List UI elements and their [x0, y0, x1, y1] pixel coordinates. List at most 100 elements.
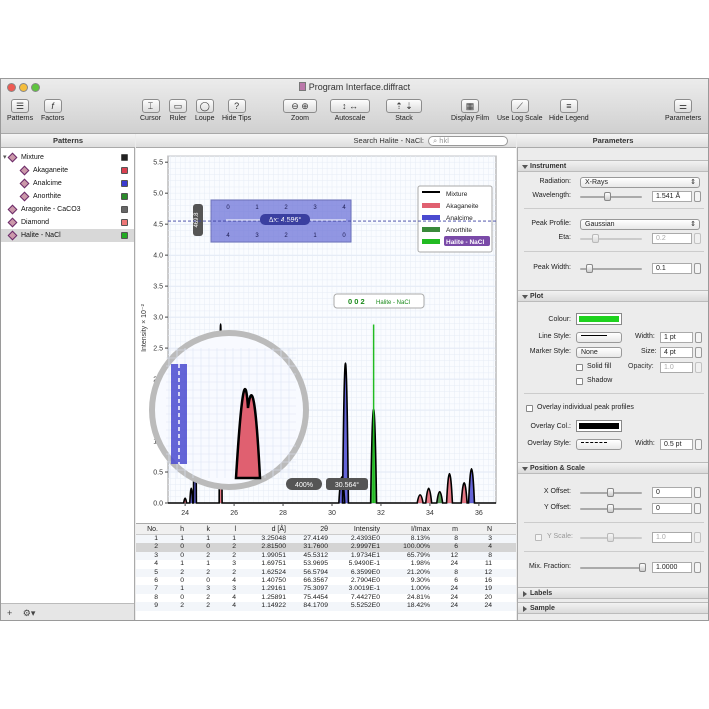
disclosure-triangle-icon[interactable]: ▾ [3, 151, 7, 164]
instrument-section-header[interactable]: Instrument [518, 160, 708, 172]
overlay-width-field[interactable]: 0.5 pt [660, 439, 693, 450]
eta-field[interactable]: 0.2 [652, 233, 692, 244]
y-scale-slider[interactable] [580, 533, 642, 542]
toolbar-hide-legend-button[interactable]: ≡ Hide Legend [549, 99, 589, 122]
table-row[interactable]: 2 0 0 2 2.81500 31.7600 2.9997E1 100.00% 6 4 [136, 543, 516, 552]
pattern-item[interactable]: Analcime [1, 177, 134, 190]
y-scale-checkbox[interactable] [535, 534, 542, 541]
table-row[interactable]: 9 2 2 4 1.14922 84.1709 5.5252E0 18.42% 24 24 [136, 602, 516, 611]
overlay-style-select[interactable] [576, 439, 622, 450]
shadow-checkbox[interactable] [576, 378, 583, 385]
y-scale-stepper[interactable] [694, 532, 701, 543]
toolbar-display-film-button[interactable]: ▦ Display Film [451, 99, 489, 122]
peak-width-stepper[interactable] [694, 263, 701, 274]
overlay-checkbox[interactable] [526, 405, 533, 412]
width-field[interactable]: 1 pt [660, 332, 693, 343]
x-offset-slider[interactable] [580, 488, 642, 497]
reflection-table[interactable]: No. h k l d [Å] 2θ Intensity I/Imax m N 1 1 1 1 3.250… [136, 523, 516, 620]
y-offset-field[interactable]: 0 [652, 503, 692, 514]
toolbar-ruler-button[interactable]: ▭ Ruler [169, 99, 187, 122]
add-pattern-button[interactable]: + [7, 608, 12, 618]
marker-style-select[interactable]: None [576, 347, 622, 358]
y-offset-stepper[interactable] [694, 503, 701, 514]
column-header[interactable]: m [434, 524, 462, 534]
pattern-item[interactable]: Anorthite [1, 190, 134, 203]
size-stepper[interactable] [695, 347, 702, 358]
toolbar-hide-tips-button[interactable]: ? Hide Tips [222, 99, 251, 122]
pattern-item[interactable]: ▾ Mixture [1, 151, 134, 164]
table-row[interactable]: 4 1 1 3 1.69751 53.9695 5.9490E-1 1.98% 24 11 [136, 560, 516, 568]
pattern-color-checkbox[interactable] [121, 154, 128, 161]
pattern-color-checkbox[interactable] [121, 193, 128, 200]
overlay-colour-well[interactable] [576, 420, 622, 432]
toolbar-zoom-button[interactable]: ⊖ ⊕ Zoom [283, 99, 317, 122]
column-header[interactable]: l [214, 524, 240, 534]
line-style-select[interactable] [576, 332, 622, 343]
pattern-color-checkbox[interactable] [121, 167, 128, 174]
pattern-color-checkbox[interactable] [121, 219, 128, 226]
toolbar-loupe-button[interactable]: ◯ Loupe [195, 99, 214, 122]
labels-section-header[interactable]: Labels [518, 587, 708, 599]
x-offset-stepper[interactable] [694, 487, 701, 498]
table-row[interactable]: 7 1 3 3 1.29161 75.3097 3.0019E-1 1.00% 24 19 [136, 585, 516, 594]
peak-width-slider[interactable] [580, 264, 642, 273]
radiation-select[interactable]: X-Rays ⇕ [580, 177, 700, 188]
gear-menu-icon[interactable]: ⚙▾ [23, 608, 36, 618]
size-field[interactable]: 4 pt [660, 347, 693, 358]
toolbar-autoscale-button[interactable]: ↕ ↔ Autoscale [330, 99, 370, 122]
position-section-header[interactable]: Position & Scale [518, 462, 708, 474]
pattern-color-checkbox[interactable] [121, 180, 128, 187]
pattern-item[interactable]: Aragonite - CaCO3 [1, 203, 134, 216]
plot-section-header[interactable]: Plot [518, 290, 708, 302]
table-row[interactable]: 3 0 2 2 1.99051 45.5312 1.9734E1 65.79% 12 8 [136, 551, 516, 561]
pattern-item[interactable]: Halite - NaCl [1, 229, 134, 242]
column-header[interactable]: No. [136, 524, 162, 534]
pattern-item[interactable]: Akaganeite [1, 164, 134, 177]
column-header[interactable]: d [Å] [240, 524, 290, 534]
mix-fraction-stepper[interactable] [694, 562, 701, 573]
toolbar-cursor-button[interactable]: ⌶ Cursor [140, 99, 161, 122]
table-row[interactable]: 8 0 2 4 1.25891 75.4454 7.4427E0 24.81% 24 20 [136, 594, 516, 602]
overlay-width-stepper[interactable] [695, 439, 702, 450]
eta-stepper[interactable] [694, 233, 701, 244]
wavelength-field[interactable]: 1.541 Å [652, 191, 692, 202]
diffraction-chart[interactable]: 0.00.51.01.52.02.53.03.54.04.55.05.52426… [136, 148, 516, 523]
toolbar-stack-button[interactable]: ⇡ ⇣ Stack [386, 99, 422, 122]
table-row[interactable]: 6 0 0 4 1.40750 66.3567 2.7904E0 9.30% 6 16 [136, 577, 516, 585]
ruler-side-value: 469.8 [194, 212, 200, 228]
toolbar-parameters-button[interactable]: ⚌ Parameters [665, 99, 701, 122]
table-row[interactable]: 5 2 2 2 1.62524 56.5794 6.3599E0 21.20% 8 12 [136, 568, 516, 577]
table-row[interactable]: 1 1 1 1 3.25048 27.4149 2.4393E0 8.13% 8 3 [136, 535, 516, 544]
y-scale-field[interactable]: 1.0 [652, 532, 692, 543]
table-cell: 0 [180, 551, 184, 559]
column-header[interactable]: k [188, 524, 214, 534]
solid-fill-checkbox[interactable] [576, 364, 583, 371]
column-header[interactable]: 2θ [290, 524, 332, 534]
wavelength-stepper[interactable] [694, 191, 701, 202]
wavelength-slider[interactable] [580, 192, 642, 201]
x-offset-field[interactable]: 0 [652, 487, 692, 498]
peak-width-field[interactable]: 0.1 [652, 263, 692, 274]
column-header[interactable]: Intensity [332, 524, 384, 534]
opacity-stepper[interactable] [695, 362, 702, 373]
sample-section-header[interactable]: Sample [518, 602, 708, 614]
opacity-field[interactable]: 1.0 [660, 362, 693, 373]
eta-slider[interactable] [580, 234, 642, 243]
pattern-color-checkbox[interactable] [121, 206, 128, 213]
width-stepper[interactable] [695, 332, 702, 343]
column-header[interactable]: h [162, 524, 188, 534]
peak-profile-select[interactable]: Gaussian ⇕ [580, 219, 700, 230]
y-offset-slider[interactable] [580, 504, 642, 513]
mix-fraction-field[interactable]: 1.0000 [652, 562, 692, 573]
toolbar-log-scale-button[interactable]: ⟋ Use Log Scale [497, 99, 543, 122]
search-input[interactable]: ⌕ hkl [428, 136, 508, 146]
pattern-item[interactable]: Diamond [1, 216, 134, 229]
legend-swatch [422, 239, 440, 244]
column-header[interactable]: I/Imax [384, 524, 434, 534]
column-header[interactable]: N [462, 524, 496, 534]
toolbar-patterns-button[interactable]: ☰ Patterns [7, 99, 33, 122]
toolbar-factors-button[interactable]: f Factors [41, 99, 64, 122]
mix-fraction-slider[interactable] [580, 563, 646, 572]
pattern-color-checkbox[interactable] [121, 232, 128, 239]
colour-well[interactable] [576, 313, 622, 325]
